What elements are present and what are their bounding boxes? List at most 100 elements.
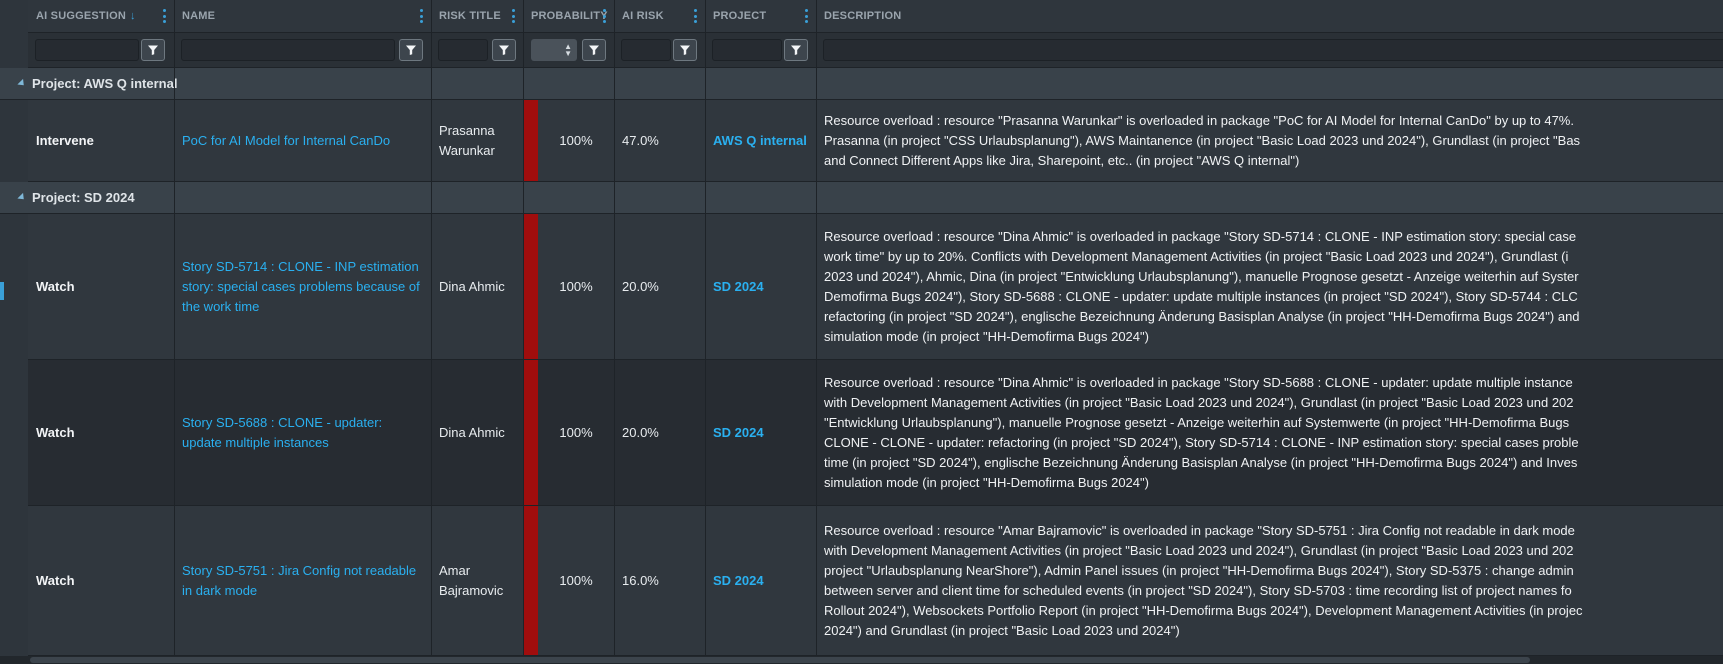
ai-risk-cell: 47.0% (622, 132, 659, 148)
filter-cell-probability: ▲ ▼ (523, 33, 614, 67)
col-header-ai-risk[interactable]: AI RISK (614, 0, 705, 32)
stepper-arrows-icon[interactable]: ▲ ▼ (564, 43, 572, 58)
filter-input-description[interactable] (823, 39, 1723, 61)
risk-title-cell: Dina Ahmic (431, 360, 523, 505)
filter-input-project[interactable] (712, 39, 782, 61)
risk-grid-viewport: AI SUGGESTION ↓ NAME RISK TITLE PROBABIL… (0, 0, 1723, 664)
task-link[interactable]: PoC for AI Model for Internal CanDo (182, 131, 390, 151)
kebab-menu-icon[interactable] (805, 9, 808, 23)
risk-indicator-bar (524, 506, 538, 655)
name-cell: Story SD-5714 : CLONE - INP estimation s… (174, 214, 431, 359)
risk-title-cell: Amar Bajramovic (431, 506, 523, 655)
task-link[interactable]: Story SD-5714 : CLONE - INP estimation s… (182, 257, 420, 317)
collapse-triangle-icon[interactable] (17, 78, 27, 89)
group-header[interactable]: Project: AWS Q internal (0, 68, 1723, 100)
table-row[interactable]: Intervene PoC for AI Model for Internal … (28, 100, 1723, 182)
risk-title-cell: Prasanna Warunkar (431, 100, 523, 181)
col-header-probability[interactable]: PROBABILITY (523, 0, 614, 32)
filter-row: ▲ ▼ (28, 33, 1723, 68)
risk-title-line: Dina Ahmic (439, 278, 505, 294)
description-line: Prasanna (in project "CSS Urlaubsplanung… (824, 132, 1581, 148)
project-cell: AWS Q internal (705, 100, 816, 181)
col-header-project[interactable]: PROJECT (705, 0, 816, 32)
probability-cell: 100% (559, 572, 593, 588)
project-link[interactable]: SD 2024 (713, 277, 764, 297)
description-line: simulation mode (in project "HH-Demofirm… (824, 474, 1149, 490)
description-line: with Development Management Activities (… (824, 542, 1574, 558)
collapse-triangle-icon[interactable] (17, 192, 27, 203)
description-line: Resource overload : resource "Dina Ahmic… (824, 374, 1573, 390)
kebab-menu-icon[interactable] (163, 9, 166, 23)
col-header-risk-title[interactable]: RISK TITLE (431, 0, 523, 32)
filter-input-risk-title[interactable] (438, 39, 488, 61)
description-line: 2023 und 2024"), Ahmic, Dina (in project… (824, 268, 1579, 284)
table-row[interactable]: Watch Story SD-5751 : Jira Config not re… (28, 506, 1723, 656)
col-header-description[interactable]: DESCRIPTION (816, 0, 1723, 32)
description-line: simulation mode (in project "HH-Demofirm… (824, 328, 1149, 344)
description-line: Demofirma Bugs 2024"), Story SD-5688 : C… (824, 288, 1578, 304)
filter-cell-risk-title (431, 33, 523, 67)
risk-title-line: Prasanna (439, 122, 495, 138)
name-cell: Story SD-5751 : Jira Config not readable… (174, 506, 431, 655)
filter-icon[interactable] (784, 39, 808, 61)
col-header-name[interactable]: NAME (174, 0, 431, 32)
table-row[interactable]: Watch Story SD-5714 : CLONE - INP estima… (28, 214, 1723, 360)
col-header-label: DESCRIPTION (824, 10, 902, 22)
filter-icon[interactable] (399, 39, 423, 61)
description-line: "Entwicklung Urlaubsplanung"), manuelle … (824, 414, 1570, 430)
name-cell: PoC for AI Model for Internal CanDo (174, 100, 431, 181)
name-line: in dark mode (182, 582, 258, 598)
name-line: story: special cases problems because of (182, 278, 420, 294)
arrow-down-icon[interactable]: ↓ (130, 10, 136, 22)
filter-icon[interactable] (582, 39, 606, 61)
name-line: Story SD-5714 : CLONE - INP estimation (182, 258, 419, 274)
risk-indicator-bar (524, 360, 538, 505)
col-header-ai-suggestion[interactable]: AI SUGGESTION ↓ (28, 0, 174, 32)
description-line: with Development Management Activities (… (824, 394, 1574, 410)
description-cell: Resource overload : resource "Prasanna W… (816, 100, 1723, 181)
filter-input-name[interactable] (181, 39, 395, 61)
description-line: CLONE - CLONE - updater: refactoring (in… (824, 434, 1579, 450)
filter-input-ai-risk[interactable] (621, 39, 671, 61)
filter-icon[interactable] (141, 39, 165, 61)
risk-indicator-bar (524, 214, 538, 359)
filter-cell-ai-suggestion (28, 33, 174, 67)
description-cell: Resource overload : resource "Amar Bajra… (816, 506, 1723, 655)
risk-title-line: Warunkar (439, 142, 495, 158)
task-link[interactable]: Story SD-5688 : CLONE - updater: update … (182, 413, 382, 453)
task-link[interactable]: Story SD-5751 : Jira Config not readable… (182, 561, 416, 601)
probability-stepper[interactable]: ▲ ▼ (531, 39, 577, 61)
project-link[interactable]: SD 2024 (713, 423, 764, 443)
filter-input-ai-suggestion[interactable] (35, 39, 139, 61)
description-line: project "Urlaubsplanung NearShore"), Adm… (824, 562, 1574, 578)
kebab-menu-icon[interactable] (420, 9, 423, 23)
description-line: time (in project "SD 2024"), englische B… (824, 454, 1578, 470)
scrollbar-thumb[interactable] (30, 657, 1530, 663)
risk-indicator-bar (524, 100, 538, 181)
col-header-label: RISK TITLE (439, 10, 501, 22)
kebab-menu-icon[interactable] (694, 9, 697, 23)
name-line: the work time (182, 298, 260, 314)
column-divider (705, 0, 706, 656)
column-divider (523, 0, 524, 656)
col-header-label: NAME (182, 10, 216, 22)
horizontal-scrollbar[interactable] (0, 656, 1723, 664)
table-row[interactable]: Watch Story SD-5688 : CLONE - updater: u… (28, 360, 1723, 506)
description-cell: Resource overload : resource "Dina Ahmic… (816, 214, 1723, 359)
description-line: 2024") and Grundlast (in project "Basic … (824, 622, 1180, 638)
group-header[interactable]: Project: SD 2024 (0, 182, 1723, 214)
project-link[interactable]: SD 2024 (713, 571, 764, 591)
col-header-label: PROJECT (713, 10, 767, 22)
kebab-menu-icon[interactable] (603, 9, 606, 23)
project-link[interactable]: AWS Q internal (713, 131, 807, 151)
kebab-menu-icon[interactable] (512, 9, 515, 23)
name-cell: Story SD-5688 : CLONE - updater: update … (174, 360, 431, 505)
filter-icon[interactable] (492, 39, 516, 61)
ai-suggestion-cell: Watch (36, 572, 75, 588)
ai-risk-cell: 20.0% (622, 278, 659, 294)
column-divider (174, 0, 175, 656)
name-line: Story SD-5688 : CLONE - updater: (182, 414, 383, 430)
name-line: Story SD-5751 : Jira Config not readable (182, 562, 417, 578)
filter-icon[interactable] (673, 39, 697, 61)
description-line: Resource overload : resource "Prasanna W… (824, 112, 1574, 128)
